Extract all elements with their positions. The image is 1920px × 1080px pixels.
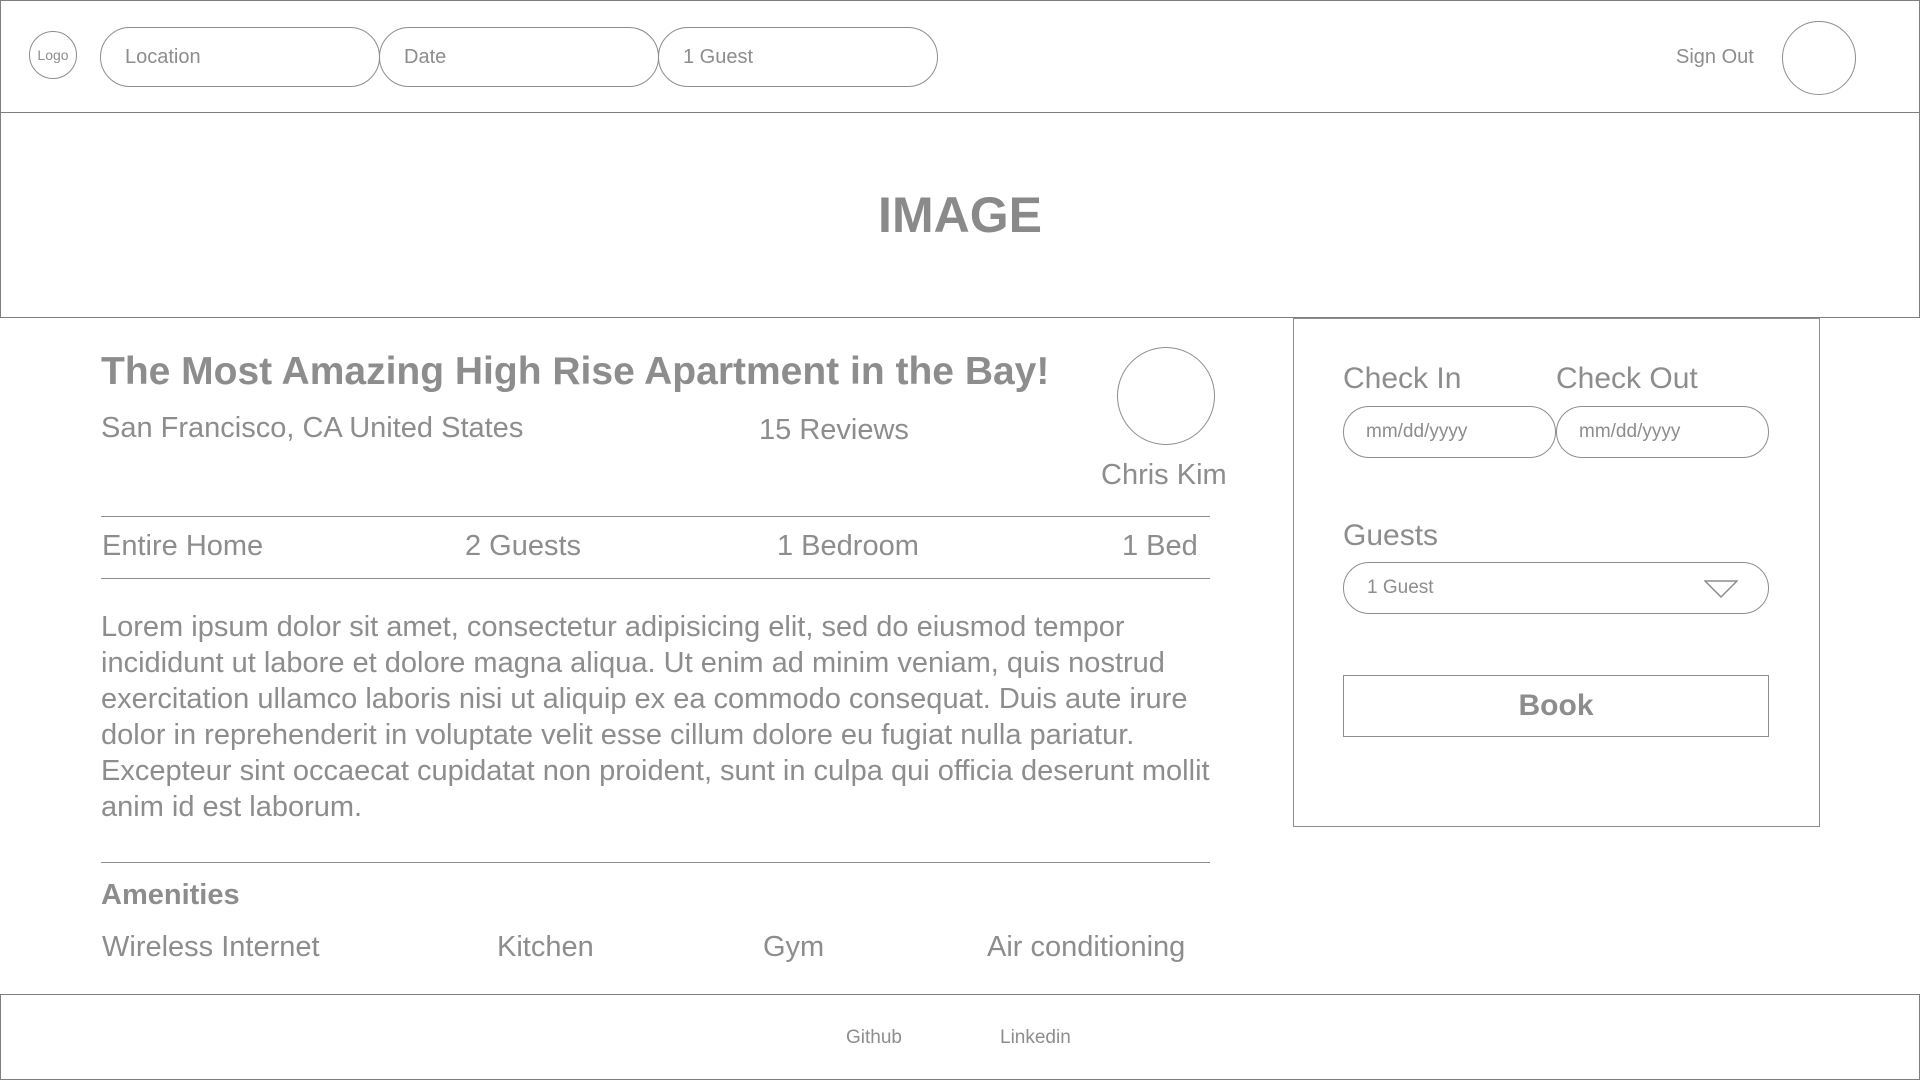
amenity-item: Wireless Internet [102,931,320,963]
check-out-date-field[interactable]: mm/dd/yyyy [1556,406,1769,458]
check-out-label: Check Out [1556,362,1698,395]
check-in-date-field[interactable]: mm/dd/yyyy [1343,406,1556,458]
location-placeholder: Location [125,45,201,68]
linkedin-link[interactable]: Linkedin [1000,1027,1071,1049]
location-search-input[interactable]: Location [100,27,380,87]
divider [101,862,1210,863]
guest-value: 1 Guest [683,45,754,68]
feature-bedrooms: 1 Bedroom [777,530,919,562]
logo[interactable]: Logo [29,31,77,79]
host-name: Chris Kim [1101,459,1227,491]
github-link[interactable]: Github [846,1027,902,1049]
check-in-placeholder: mm/dd/yyyy [1366,421,1468,442]
listing-image-placeholder: IMAGE [0,112,1920,318]
book-button-label: Book [1518,689,1594,722]
listing-description: Lorem ipsum dolor sit amet, consectetur … [101,611,1210,823]
chevron-down-icon [1704,580,1738,598]
user-avatar[interactable] [1782,21,1856,95]
feature-guests: 2 Guests [465,530,582,562]
amenities-heading: Amenities [101,879,240,911]
feature-home-type: Entire Home [102,530,264,562]
guest-search-input[interactable]: 1 Guest [658,27,938,87]
date-placeholder: Date [404,45,447,68]
listing-title: The Most Amazing High Rise Apartment in … [101,350,1050,393]
image-placeholder-text: IMAGE [878,186,1042,243]
reviews-link[interactable]: 15 Reviews [759,414,909,447]
listing-location: San Francisco, CA United States [101,412,524,444]
book-button[interactable]: Book [1343,675,1769,737]
divider [101,578,1210,579]
guests-selected-value: 1 Guest [1367,577,1434,598]
check-out-placeholder: mm/dd/yyyy [1579,421,1681,442]
guests-select[interactable]: 1 Guest [1343,562,1769,614]
footer [0,994,1920,1080]
feature-beds: 1 Bed [1122,530,1198,562]
host-avatar[interactable] [1117,347,1215,445]
amenity-item: Kitchen [497,931,594,963]
amenity-item: Air conditioning [987,931,1186,963]
date-search-input[interactable]: Date [379,27,659,87]
amenity-item: Gym [763,931,825,963]
logo-text: Logo [37,47,69,63]
guests-label: Guests [1343,519,1439,552]
check-in-label: Check In [1343,362,1462,395]
divider [101,516,1210,517]
sign-out-link[interactable]: Sign Out [1676,46,1754,69]
